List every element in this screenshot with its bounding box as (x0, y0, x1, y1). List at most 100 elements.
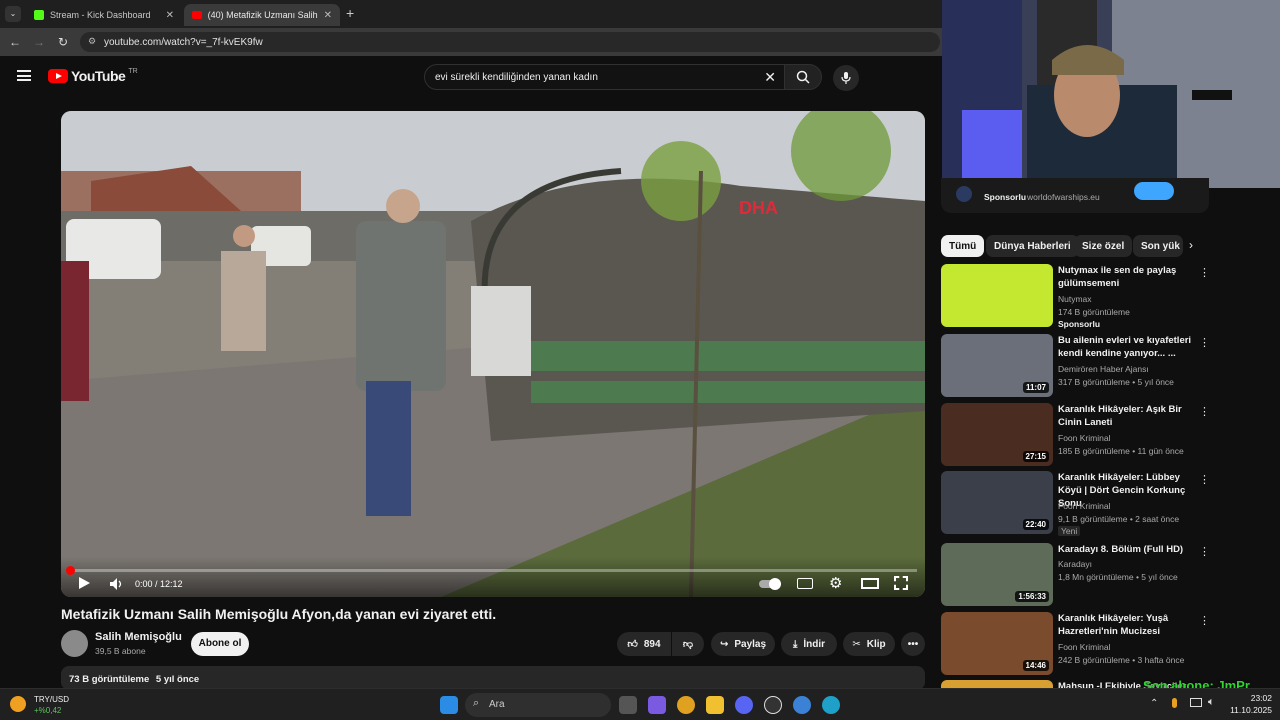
video-thumbnail: 27:15 (941, 403, 1053, 466)
more-options-icon[interactable]: ⋮ (1199, 266, 1210, 279)
duration-badge: 1:56:33 (1015, 591, 1049, 602)
theater-mode-icon[interactable] (861, 578, 879, 589)
download-label: İndir (803, 638, 826, 650)
file-explorer-icon[interactable] (706, 696, 724, 714)
more-options-icon[interactable]: ⋮ (1199, 545, 1210, 558)
recommended-channel: Foon Kriminal (1058, 642, 1111, 652)
discord-icon[interactable] (735, 696, 753, 714)
sponsor-label: Sponsorlu (984, 192, 1027, 202)
menu-icon[interactable] (17, 70, 31, 81)
sponsor-card[interactable]: Sponsorlu worldofwarships.eu (941, 178, 1209, 213)
close-icon[interactable]: ✕ (166, 10, 174, 21)
new-tab-button[interactable]: + (346, 5, 354, 21)
sponsored-badge: Sponsorlu (1058, 319, 1101, 329)
tab-youtube-video[interactable]: (40) Metafizik Uzmanı Salih Memişoğlu ✕ (184, 4, 340, 26)
channel-name[interactable]: Salih Memişoğlu (95, 631, 182, 643)
display-icon[interactable] (1190, 698, 1202, 707)
recommended-title: Karadayı 8. Bölüm (Full HD) (1058, 544, 1184, 555)
tab-kick-dashboard[interactable]: Stream - Kick Dashboard ✕ (26, 4, 182, 26)
more-options-icon[interactable]: ⋮ (1199, 614, 1210, 627)
tab-label: Stream - Kick Dashboard (50, 10, 151, 20)
chevron-right-icon[interactable]: › (1189, 238, 1193, 252)
weather-widget[interactable]: TRY/USD +%0,42 (10, 693, 90, 717)
close-icon[interactable]: ✕ (324, 10, 332, 21)
tab-list-button[interactable]: ⌄ (5, 6, 21, 22)
site-info-icon[interactable]: ⚙ (88, 36, 96, 47)
recommended-meta: 1,8 Mn görüntüleme • 5 yıl önce (1058, 572, 1178, 582)
dislike-button[interactable]: 👎︎ (672, 632, 704, 656)
recommended-title: Karanlık Hikâyeler: Yuşâ Hazretleri'nin … (1058, 613, 1169, 637)
play-button[interactable] (79, 577, 90, 589)
settings-icon[interactable]: ⚙ (829, 574, 842, 592)
progress-bar[interactable] (69, 569, 917, 572)
recommended-video[interactable]: 11:07 Bu ailenin evleri ve kıyafetleri k… (941, 334, 1211, 398)
progress-scrubber[interactable] (66, 566, 75, 575)
recommended-title: Nutymax ile sen de paylaş gülümsemeni (1058, 265, 1177, 289)
chrome-active-icon[interactable] (793, 696, 811, 714)
upload-age: 5 yıl önce (155, 674, 200, 685)
chrome-icon[interactable] (677, 696, 695, 714)
more-options-icon[interactable]: ⋮ (1199, 336, 1210, 349)
recommended-video[interactable]: 14:46 Karanlık Hikâyeler: Yuşâ Hazretler… (941, 612, 1211, 676)
chip-world-news[interactable]: Dünya Haberleri (986, 235, 1079, 257)
duration-badge: 14:46 (1022, 660, 1049, 671)
microphone-icon[interactable] (1172, 698, 1177, 708)
duration-badge: 22:40 (1022, 519, 1049, 530)
voice-search-button[interactable] (833, 65, 859, 91)
more-options-icon[interactable]: ⋮ (1199, 473, 1210, 486)
sponsor-cta-button[interactable] (1134, 182, 1174, 200)
forward-icon[interactable]: → (31, 34, 47, 50)
search-input[interactable]: evi sürekli kendiliğinden yanan kadın ✕ (424, 64, 785, 90)
clip-label: Klip (866, 638, 886, 650)
copilot-icon[interactable] (648, 696, 666, 714)
address-bar[interactable]: ⚙ youtube.com/watch?v=_7f-kvEK9fw (80, 32, 940, 52)
clock-date[interactable]: 11.10.2025 (1224, 705, 1272, 715)
clip-button[interactable]: ✂ Klip (843, 632, 895, 656)
subscribe-button[interactable]: Abone ol (191, 632, 249, 656)
recommended-video[interactable]: Nutymax ile sen de paylaş gülümsemeni Nu… (941, 264, 1211, 329)
chip-all[interactable]: Tümü (941, 235, 985, 257)
microphone-icon (841, 72, 851, 84)
chevron-up-icon[interactable]: ⌃ (1150, 698, 1158, 709)
back-icon[interactable]: ← (7, 34, 23, 50)
search-button[interactable] (784, 64, 822, 90)
recommended-video[interactable]: 1:56:33 Karadayı 8. Bölüm (Full HD) Kara… (941, 543, 1211, 607)
more-actions-button[interactable]: ••• (901, 632, 925, 656)
task-view-icon[interactable] (619, 696, 637, 714)
volume-icon[interactable] (109, 577, 123, 591)
edge-icon[interactable] (822, 696, 840, 714)
autoplay-toggle[interactable] (759, 578, 781, 590)
more-options-icon[interactable]: ⋮ (1199, 405, 1210, 418)
taskbar-search[interactable]: ⌕ Ara (465, 693, 611, 717)
taskbar-search-placeholder: Ara (489, 699, 505, 710)
video-thumbnail (941, 680, 1053, 688)
windows-start-icon[interactable] (440, 696, 458, 714)
recommended-channel: Demirören Haber Ajansı (1058, 364, 1149, 374)
share-label: Paylaş (734, 638, 767, 650)
fullscreen-icon[interactable] (894, 576, 908, 590)
channel-avatar[interactable] (61, 630, 88, 657)
recommended-video[interactable]: 27:15 Karanlık Hikâyeler: Aşık Bir Cinin… (941, 403, 1211, 467)
subtitles-icon[interactable] (797, 578, 813, 589)
sponsor-logo (956, 186, 972, 202)
chip-recent[interactable]: Son yük (1133, 235, 1183, 257)
clear-search-icon[interactable]: ✕ (764, 69, 776, 86)
clock-time[interactable]: 23:02 (1236, 693, 1272, 703)
like-button[interactable]: 👍︎ 894 (617, 632, 671, 656)
recommended-video[interactable]: 22:40 Karanlık Hikâyeler: Lübbey Köyü | … (941, 471, 1211, 536)
obs-icon[interactable] (764, 696, 782, 714)
description-box[interactable]: 73 B görüntüleme 5 yıl önce (61, 666, 925, 690)
youtube-logo[interactable]: YouTube TR (48, 68, 138, 84)
download-button[interactable]: ⤓ İndir (781, 632, 837, 656)
reload-icon[interactable]: ↻ (55, 34, 71, 50)
chip-for-you[interactable]: Size özel (1074, 235, 1133, 257)
duration-badge: 11:07 (1022, 382, 1049, 393)
volume-icon[interactable]: 🔈︎ (1208, 696, 1215, 709)
video-player[interactable]: DHA 0:00 / 12:12 ⚙ (61, 111, 925, 597)
share-button[interactable]: ↪ Paylaş (711, 632, 775, 656)
video-thumbnail (941, 264, 1053, 327)
url-text: youtube.com/watch?v=_7f-kvEK9fw (104, 36, 263, 48)
dha-watermark: DHA (739, 198, 778, 218)
region-code: TR (128, 67, 138, 75)
currency-pair: TRY/USD (34, 695, 69, 704)
